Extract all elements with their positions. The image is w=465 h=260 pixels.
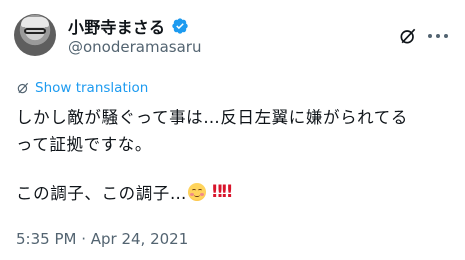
grok-icon[interactable] <box>398 26 418 46</box>
dot <box>428 34 432 38</box>
emoji-mouth <box>194 193 200 197</box>
avatar-glasses <box>24 28 46 34</box>
emoji-eye <box>192 189 196 192</box>
dot <box>444 34 448 38</box>
translate-icon <box>17 82 29 94</box>
more-options-icon[interactable] <box>428 26 448 46</box>
tweet-text-line: って証拠ですな。 <box>16 135 152 154</box>
tweet-timestamp[interactable]: 5:35 PM · Apr 24, 2021 <box>16 230 188 248</box>
smiling-face-emoji-icon <box>188 183 206 201</box>
tweet-text-segment: この調子、この調子… <box>16 184 187 203</box>
verified-badge-icon <box>172 18 188 34</box>
avatar-hair <box>21 17 49 27</box>
author-name-row[interactable]: 小野寺まさる <box>68 14 189 38</box>
tweet-text-line: この調子、この調子… ‼‼ <box>16 180 232 204</box>
emoji-eye <box>198 189 202 192</box>
dot <box>436 34 440 38</box>
author-display-name[interactable]: 小野寺まさる <box>68 14 165 38</box>
show-translation-label[interactable]: Show translation <box>35 80 148 96</box>
double-exclamation-emoji: ‼‼ <box>212 182 232 202</box>
tweet-text-line: しかし敵が騒ぐって事は…反日左翼に嫌がられてる <box>16 108 408 127</box>
author-handle[interactable]: @onoderamasaru <box>68 38 201 56</box>
show-translation-link[interactable]: Show translation <box>16 80 148 96</box>
avatar[interactable] <box>14 14 56 56</box>
